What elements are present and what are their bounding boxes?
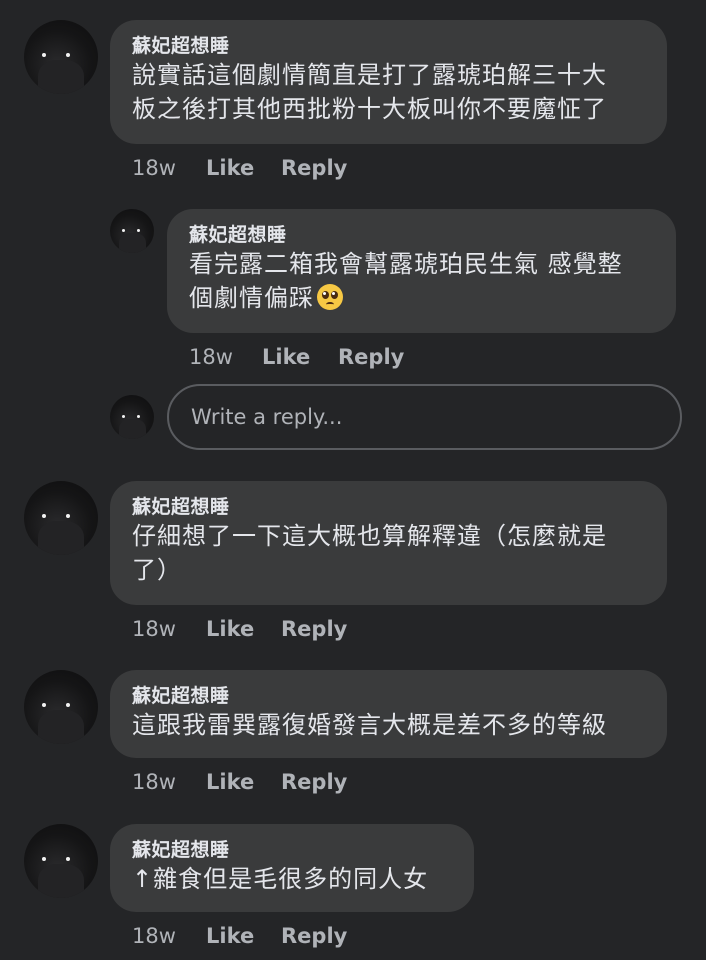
- comment-author[interactable]: 蘇妃超想睡: [189, 223, 654, 247]
- avatar[interactable]: [24, 20, 98, 94]
- comment-actions: 18w Like Reply: [132, 769, 432, 795]
- pleading-face-emoji-icon: [317, 284, 343, 310]
- comment-bubble: 蘇妃超想睡 ↑雜食但是毛很多的同人女: [110, 824, 474, 912]
- comment-timestamp[interactable]: 18w: [132, 616, 176, 642]
- comment-timestamp[interactable]: 18w: [132, 769, 176, 795]
- avatar[interactable]: [110, 209, 154, 253]
- comment-text-line: 板之後打其他西批粉十大板叫你不要魔怔了: [132, 95, 607, 123]
- write-reply-input[interactable]: Write a reply...: [167, 384, 682, 450]
- comment-actions: 18w Like Reply: [189, 344, 489, 370]
- comment-timestamp[interactable]: 18w: [132, 155, 176, 181]
- comment-text-line: 說實話這個劇情簡直是打了露琥珀解三十大: [132, 61, 607, 89]
- comment-text-fragment: 個劇情偏踩: [189, 284, 314, 312]
- like-button[interactable]: Like: [262, 344, 310, 370]
- reply-button[interactable]: Reply: [281, 155, 347, 181]
- reply-button[interactable]: Reply: [338, 344, 404, 370]
- comment-text-line: ↑雜食但是毛很多的同人女: [132, 865, 429, 893]
- comment-text-line: 看完露二箱我會幫露琥珀民生氣 感覺整: [189, 250, 623, 278]
- reply-button[interactable]: Reply: [281, 923, 347, 949]
- comment-author[interactable]: 蘇妃超想睡: [132, 684, 645, 708]
- comment-text-line: 個劇情偏踩: [189, 281, 654, 315]
- comment-bubble: 蘇妃超想睡 說實話這個劇情簡直是打了露琥珀解三十大 板之後打其他西批粉十大板叫你…: [110, 20, 667, 144]
- comment-text-line: 了）: [132, 556, 182, 584]
- like-button[interactable]: Like: [206, 616, 254, 642]
- like-button[interactable]: Like: [206, 155, 254, 181]
- avatar[interactable]: [24, 481, 98, 555]
- reply-button[interactable]: Reply: [281, 616, 347, 642]
- comment-bubble: 蘇妃超想睡 這跟我雷巽露復婚發言大概是差不多的等級: [110, 670, 667, 758]
- comment-author[interactable]: 蘇妃超想睡: [132, 495, 645, 519]
- comment-text-line: 這跟我雷巽露復婚發言大概是差不多的等級: [132, 711, 607, 739]
- comment-bubble: 蘇妃超想睡 仔細想了一下這大概也算解釋違（怎麼就是 了）: [110, 481, 667, 605]
- like-button[interactable]: Like: [206, 923, 254, 949]
- comment-text-line: 仔細想了一下這大概也算解釋違（怎麼就是: [132, 522, 607, 550]
- comment-actions: 18w Like Reply: [132, 616, 432, 642]
- comment-author[interactable]: 蘇妃超想睡: [132, 34, 645, 58]
- comment-author[interactable]: 蘇妃超想睡: [132, 838, 452, 862]
- reply-button[interactable]: Reply: [281, 769, 347, 795]
- comment-actions: 18w Like Reply: [132, 923, 432, 949]
- comment-timestamp[interactable]: 18w: [189, 344, 233, 370]
- comment-actions: 18w Like Reply: [132, 155, 432, 181]
- current-user-avatar: [110, 395, 154, 439]
- avatar[interactable]: [24, 824, 98, 898]
- avatar[interactable]: [24, 670, 98, 744]
- comment-timestamp[interactable]: 18w: [132, 923, 176, 949]
- like-button[interactable]: Like: [206, 769, 254, 795]
- comment-bubble: 蘇妃超想睡 看完露二箱我會幫露琥珀民生氣 感覺整 個劇情偏踩: [167, 209, 676, 333]
